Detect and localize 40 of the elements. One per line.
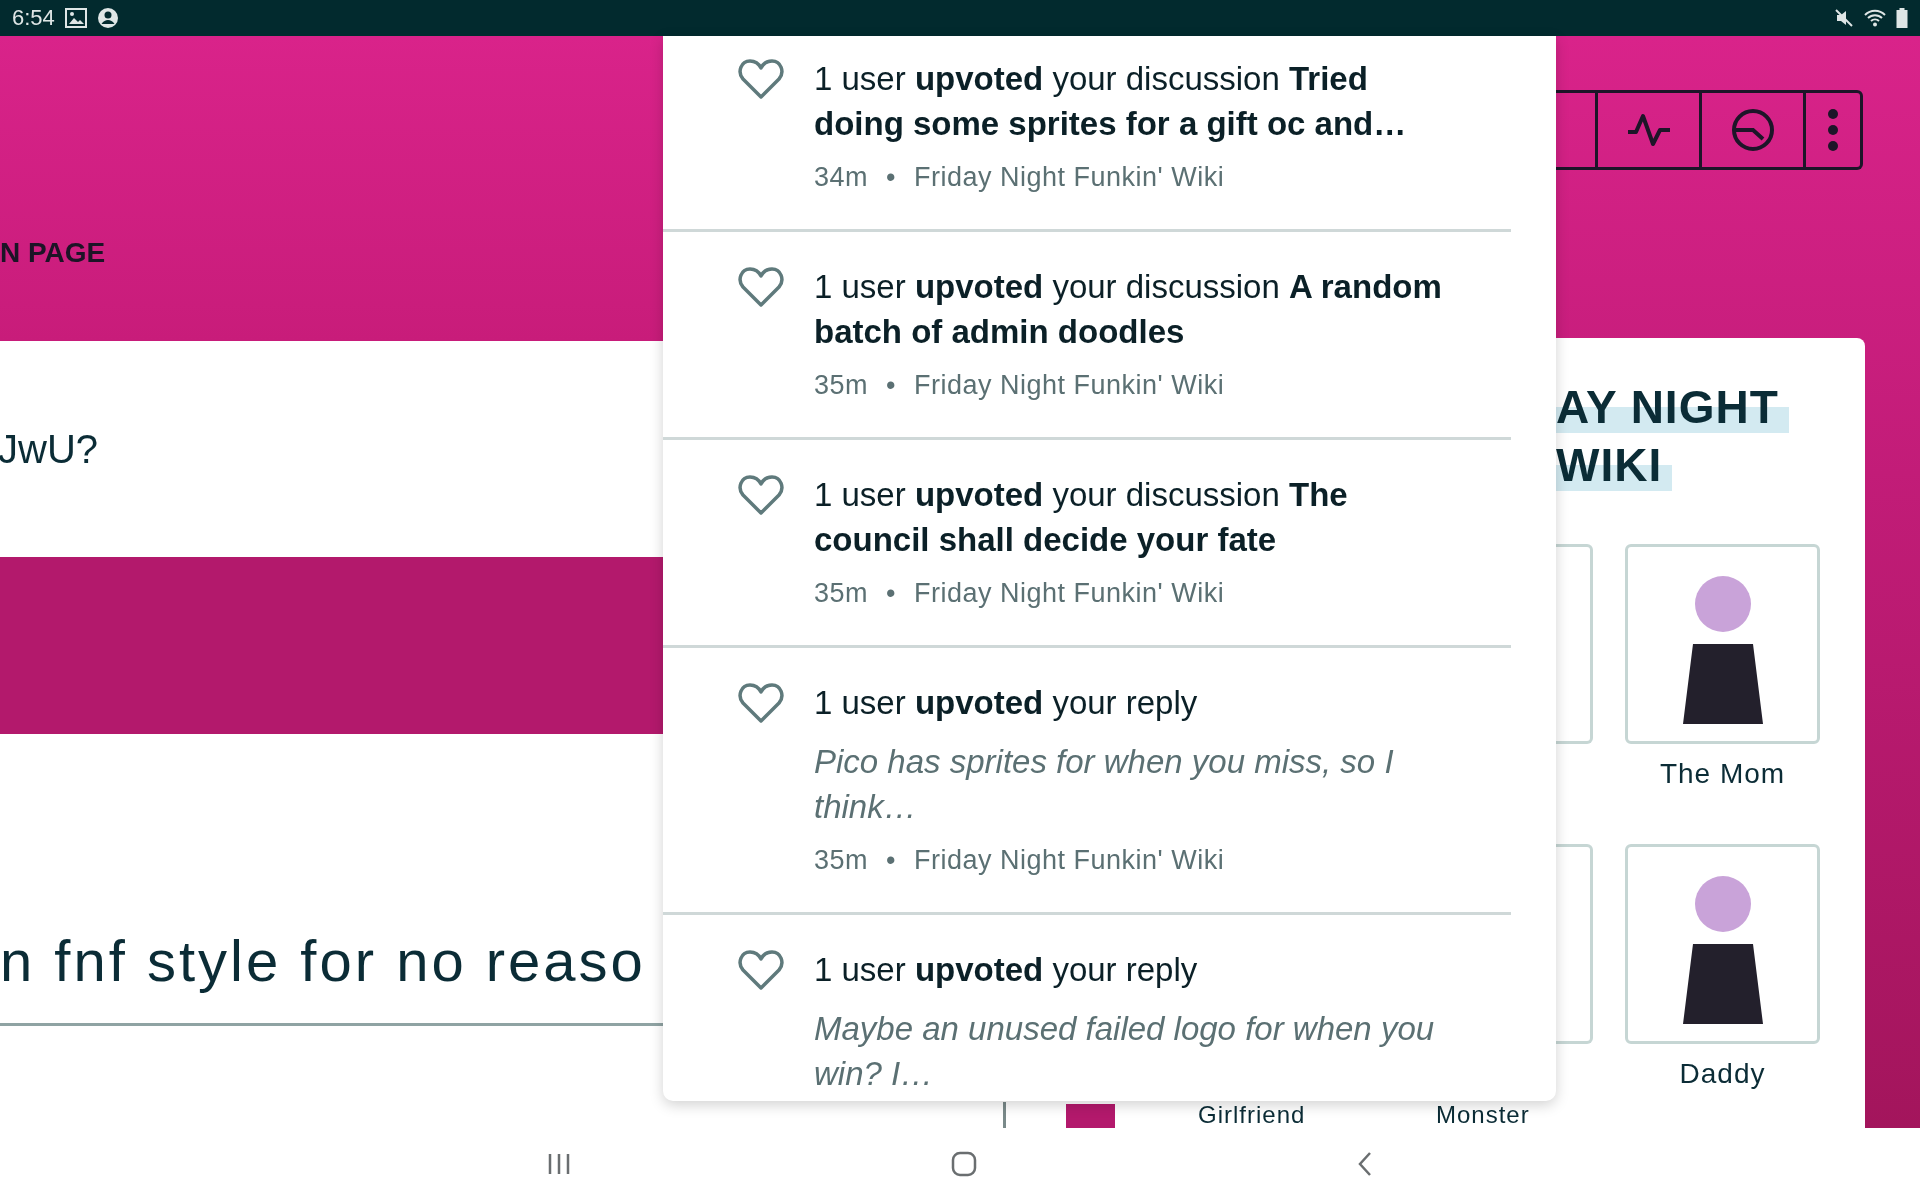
heart-icon [738,474,784,516]
notification-text[interactable]: 1 user upvoted your discussion The council shall decide your fate [814,472,1466,562]
notification-text[interactable]: 1 user upvoted your discussion Tried doing some sprites for a gift oc and… [814,56,1466,146]
notification-text[interactable]: 1 user upvoted your discussion A random batch of admin doodles [814,264,1466,354]
account-icon [96,7,119,29]
character-name[interactable]: The Mom [1625,744,1820,844]
character-name[interactable]: Girlfriend [1198,1101,1306,1128]
heart-icon [738,58,784,100]
back-icon[interactable] [1357,1151,1373,1177]
notification-time: 34m [814,162,869,193]
reply-excerpt: Pico has sprites for when you miss, so I think… [814,742,1395,827]
notification-text[interactable]: 1 user upvoted your reply [814,680,1466,725]
home-icon[interactable] [951,1151,977,1177]
notification-time: 35m [814,370,869,401]
status-time: 6:54 [12,5,55,31]
activity-icon [1625,112,1672,148]
notification-time: 35m [814,845,869,876]
mute-icon [1834,8,1854,28]
recent-apps-icon[interactable] [547,1153,571,1175]
image-icon [64,8,87,28]
wiki-name: Friday Night Funkin' Wiki [914,578,1225,609]
wiki-name: Friday Night Funkin' Wiki [914,845,1225,876]
wiki-name: Friday Night Funkin' Wiki [914,370,1225,401]
wifi-icon [1864,9,1886,27]
separator-dot: • [886,578,896,609]
character-name[interactable]: Daddy [1625,1044,1820,1128]
separator-dot: • [886,162,896,193]
heart-icon [738,682,784,724]
wiki-name: Friday Night Funkin' Wiki [914,162,1225,193]
heart-icon [738,266,784,308]
character-name[interactable]: Monster [1436,1101,1530,1128]
notification-time: 35m [814,578,869,609]
separator-dot: • [886,845,896,876]
battery-icon [1896,8,1908,28]
reply-excerpt: Maybe an unused failed logo for when you win? I… [814,1009,1436,1094]
separator-dot: • [886,370,896,401]
notification-text[interactable]: 1 user upvoted your reply [814,947,1466,992]
gauge-icon [1729,107,1776,153]
more-icon [1827,108,1839,152]
heart-icon [738,949,784,991]
